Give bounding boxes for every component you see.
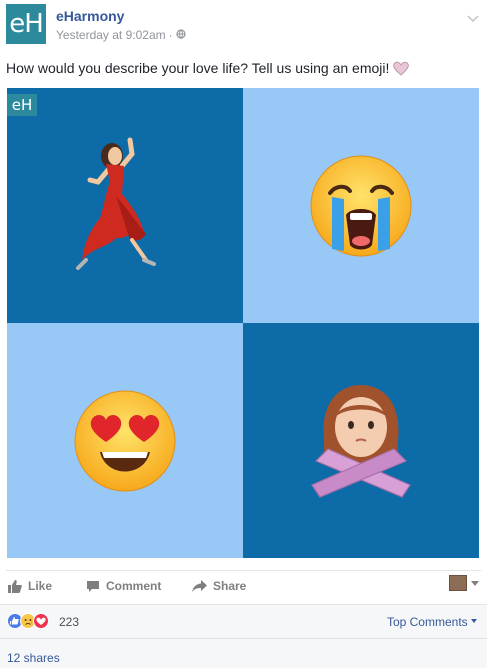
reaction-count[interactable]: 223 — [59, 615, 79, 629]
share-arrow-icon — [192, 580, 207, 592]
image-tile-dancer: eH — [7, 88, 243, 323]
facebook-post: eH eHarmony Yesterday at 9:02am · How wou… — [0, 0, 487, 668]
comment-button[interactable]: Comment — [86, 579, 161, 593]
chevron-down-icon[interactable] — [467, 10, 479, 23]
meta-separator: · — [168, 28, 173, 42]
image-tile-no-gesture — [243, 323, 479, 558]
post-as-selector[interactable] — [449, 575, 479, 591]
viewer-avatar — [449, 575, 467, 591]
post-image[interactable]: eH — [7, 88, 479, 558]
page-avatar[interactable]: eH — [6, 4, 46, 44]
like-button[interactable]: Like — [8, 579, 52, 593]
loudly-crying-face-icon — [310, 155, 412, 256]
shares-count-link[interactable]: 12 shares — [7, 651, 60, 665]
dancer-emoji-icon — [76, 137, 156, 270]
timestamp-link[interactable]: Yesterday at 9:02am — [56, 28, 166, 42]
heart-eyes-face-icon — [74, 390, 176, 491]
caret-down-icon — [471, 619, 477, 623]
post-actions: Like Comment Share — [6, 570, 481, 601]
thumbs-up-icon — [8, 579, 22, 593]
post-message: How would you describe your love life? T… — [6, 60, 410, 79]
heart-emoji-icon — [393, 61, 410, 79]
comment-sort-label: Top Comments — [386, 615, 468, 629]
image-tile-crying — [243, 88, 479, 323]
caret-down-icon — [471, 580, 479, 586]
love-reaction-icon — [33, 613, 49, 629]
post-message-text: How would you describe your love life? T… — [6, 60, 390, 76]
reaction-icons[interactable] — [7, 613, 49, 629]
post-header: eH eHarmony Yesterday at 9:02am · — [6, 4, 481, 50]
comment-icon — [87, 580, 99, 592]
shares-row: 12 shares — [0, 638, 487, 668]
comment-sort-dropdown[interactable]: Top Comments — [387, 615, 477, 629]
brand-logo: eH — [7, 94, 37, 116]
no-gesture-woman-icon — [311, 384, 411, 498]
reactions-row: 223 Top Comments — [0, 604, 487, 639]
globe-icon[interactable] — [176, 28, 186, 42]
like-label: Like — [28, 579, 53, 593]
comment-label: Comment — [106, 579, 162, 593]
page-name-link[interactable]: eHarmony — [56, 8, 124, 24]
share-button[interactable]: Share — [192, 579, 246, 593]
share-label: Share — [213, 579, 247, 593]
post-meta: Yesterday at 9:02am · — [56, 28, 186, 42]
image-tile-heart-eyes — [7, 323, 243, 558]
